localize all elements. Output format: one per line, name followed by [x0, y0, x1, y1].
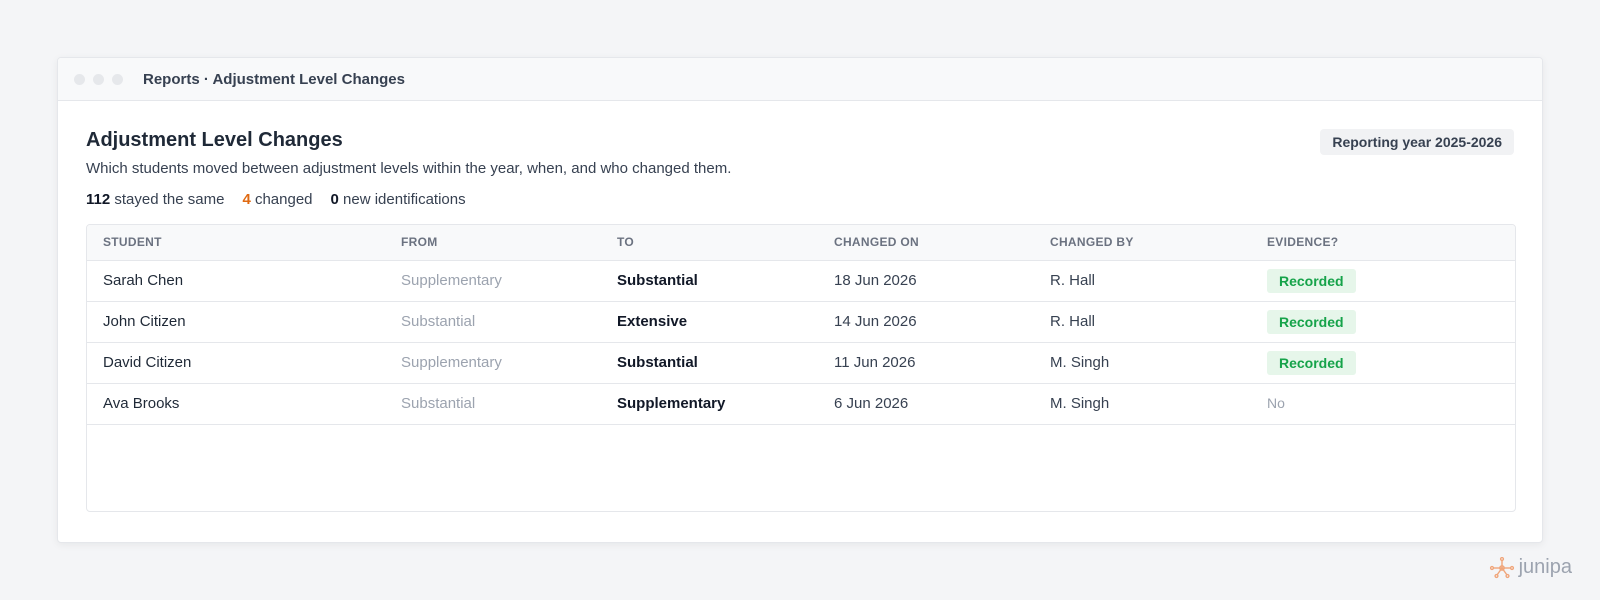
maximize-window-dot[interactable] — [112, 73, 123, 85]
stat-stayed-same-count: 112 — [86, 191, 111, 208]
column-header-changed-on[interactable]: CHANGED ON — [818, 225, 1034, 261]
evidence-recorded-badge: Recorded — [1267, 350, 1356, 375]
stat-new-identifications: 0 new identifications — [331, 191, 466, 208]
column-header-changed-by[interactable]: CHANGED BY — [1034, 225, 1251, 261]
column-header-from[interactable]: FROM — [385, 225, 601, 261]
cell-from: Supplementary — [385, 260, 601, 302]
cell-changed-by: M. Singh — [1034, 383, 1251, 425]
stat-stayed-same-label: stayed the same — [114, 191, 225, 208]
stat-changed-count: 4 — [242, 191, 251, 208]
evidence-no-text: No — [1267, 395, 1285, 411]
reporting-year-badge: Reporting year 2025-2026 — [1320, 129, 1514, 155]
cell-evidence: No — [1251, 383, 1515, 425]
window-title: Reports · Adjustment Level Changes — [143, 70, 405, 88]
summary-stats: 112 stayed the same 4 changed 0 new iden… — [86, 191, 1514, 208]
cell-from: Substantial — [385, 383, 601, 425]
cell-changed-on: 6 Jun 2026 — [818, 383, 1034, 425]
column-header-to[interactable]: TO — [601, 225, 818, 261]
cell-changed-by: R. Hall — [1034, 260, 1251, 302]
changes-table-container: STUDENT FROM TO CHANGED ON CHANGED BY EV… — [86, 224, 1516, 512]
stat-stayed-same: 112 stayed the same — [86, 191, 224, 208]
cell-to: Substantial — [601, 260, 818, 302]
close-window-dot[interactable] — [74, 73, 85, 85]
table-row[interactable]: David Citizen Supplementary Substantial … — [87, 342, 1515, 384]
table-header-row: STUDENT FROM TO CHANGED ON CHANGED BY EV… — [87, 225, 1515, 261]
cell-from: Substantial — [385, 301, 601, 343]
brand-logo: junipa — [1489, 556, 1572, 579]
evidence-recorded-badge: Recorded — [1267, 268, 1356, 293]
table-row[interactable]: John Citizen Substantial Extensive 14 Ju… — [87, 301, 1515, 343]
cell-to: Substantial — [601, 342, 818, 384]
cell-student: Sarah Chen — [87, 260, 385, 302]
cell-evidence: Recorded — [1251, 301, 1515, 343]
stat-changed: 4 changed — [242, 191, 312, 208]
column-header-evidence[interactable]: EVIDENCE? — [1251, 225, 1515, 261]
column-header-student[interactable]: STUDENT — [87, 225, 385, 261]
brand-name: junipa — [1518, 556, 1572, 578]
evidence-recorded-badge: Recorded — [1267, 309, 1356, 334]
stat-new-label: new identifications — [343, 191, 466, 208]
cell-from: Supplementary — [385, 342, 601, 384]
window-controls — [74, 73, 123, 85]
changes-table: STUDENT FROM TO CHANGED ON CHANGED BY EV… — [87, 225, 1515, 425]
report-content: Adjustment Level Changes Which students … — [58, 101, 1542, 512]
minimize-window-dot[interactable] — [93, 73, 104, 85]
table-row[interactable]: Sarah Chen Supplementary Substantial 18 … — [87, 260, 1515, 302]
network-node-icon — [1489, 556, 1514, 578]
stat-changed-label: changed — [254, 191, 313, 208]
cell-changed-on: 14 Jun 2026 — [818, 301, 1034, 343]
cell-student: David Citizen — [87, 342, 385, 384]
page-subtitle: Which students moved between adjustment … — [86, 160, 732, 177]
cell-evidence: Recorded — [1251, 342, 1515, 384]
report-window: Reports · Adjustment Level Changes Adjus… — [57, 57, 1543, 543]
table-row[interactable]: Ava Brooks Substantial Supplementary 6 J… — [87, 383, 1515, 425]
stat-new-count: 0 — [330, 191, 339, 208]
cell-evidence: Recorded — [1251, 260, 1515, 302]
cell-changed-on: 18 Jun 2026 — [818, 260, 1034, 302]
window-titlebar: Reports · Adjustment Level Changes — [58, 58, 1542, 101]
cell-student: Ava Brooks — [87, 383, 385, 425]
cell-to: Extensive — [601, 301, 818, 343]
cell-student: John Citizen — [87, 301, 385, 343]
cell-changed-by: M. Singh — [1034, 342, 1251, 384]
cell-changed-on: 11 Jun 2026 — [818, 342, 1034, 384]
cell-changed-by: R. Hall — [1034, 301, 1251, 343]
page-title: Adjustment Level Changes — [86, 129, 343, 151]
cell-to: Supplementary — [601, 383, 818, 425]
